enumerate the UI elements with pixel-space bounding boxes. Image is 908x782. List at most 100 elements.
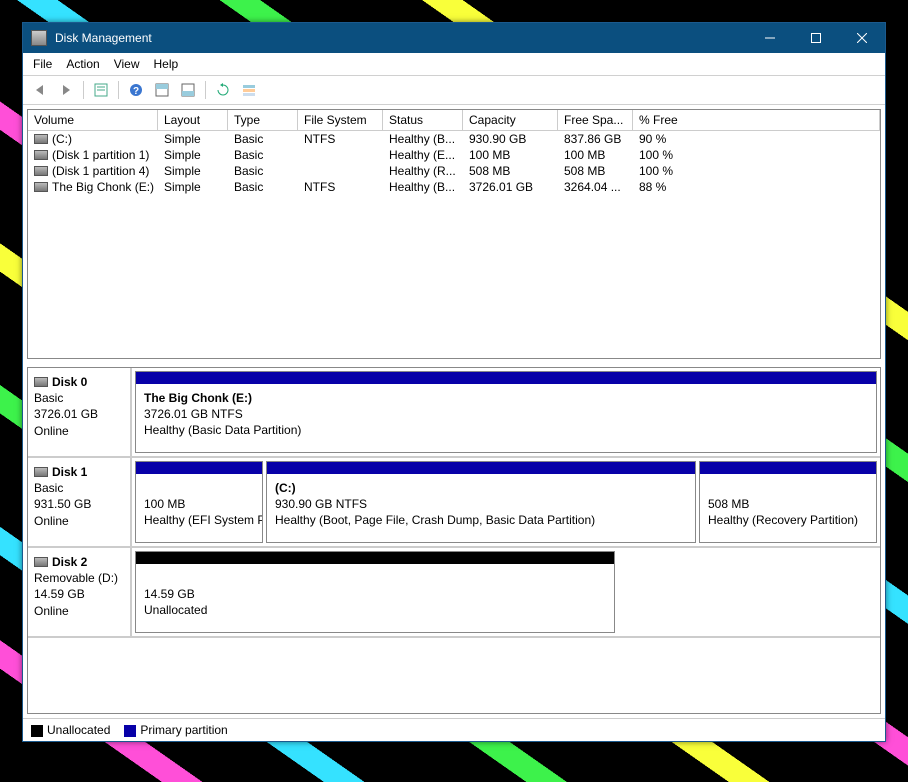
disk-partitions: 14.59 GB Unallocated — [132, 548, 880, 636]
arrow-left-icon — [33, 84, 47, 96]
table-row[interactable]: The Big Chonk (E:)SimpleBasicNTFSHealthy… — [28, 179, 880, 195]
legend-unallocated: Unallocated — [31, 723, 110, 737]
col-layout[interactable]: Layout — [158, 110, 228, 130]
partition-stripe — [267, 462, 695, 474]
drive-icon — [34, 182, 48, 192]
back-button[interactable] — [29, 79, 51, 101]
cell-pct: 100 % — [633, 163, 718, 179]
disk-info[interactable]: Disk 0 Basic 3726.01 GB Online — [28, 368, 132, 456]
volume-name: The Big Chonk (E:) — [52, 180, 154, 194]
toolbar: ? — [23, 76, 885, 105]
view-bottom-button[interactable] — [177, 79, 199, 101]
partition[interactable]: 100 MB Healthy (EFI System P — [135, 461, 263, 543]
toolbar-separator — [83, 81, 84, 99]
drive-icon — [34, 134, 48, 144]
partition[interactable]: The Big Chonk (E:) 3726.01 GB NTFS Healt… — [135, 371, 877, 453]
cell-free: 837.86 GB — [558, 131, 633, 147]
maximize-icon — [811, 33, 821, 43]
maximize-button[interactable] — [793, 23, 839, 53]
partition-status: Healthy (Boot, Page File, Crash Dump, Ba… — [275, 513, 595, 527]
volume-name: (Disk 1 partition 4) — [52, 164, 149, 178]
partition-size: 508 MB — [708, 497, 749, 511]
cell-type: Basic — [228, 131, 298, 147]
col-type[interactable]: Type — [228, 110, 298, 130]
disk-name: Disk 0 — [52, 374, 87, 390]
properties-icon — [94, 83, 108, 97]
disk-icon — [34, 377, 48, 387]
table-row[interactable]: (C:)SimpleBasicNTFSHealthy (B...930.90 G… — [28, 131, 880, 147]
toolbar-separator — [205, 81, 206, 99]
disk-type: Basic — [34, 480, 124, 496]
partition[interactable]: 508 MB Healthy (Recovery Partition) — [699, 461, 877, 543]
col-status[interactable]: Status — [383, 110, 463, 130]
partition-stripe — [136, 372, 876, 384]
properties-button[interactable] — [90, 79, 112, 101]
col-capacity[interactable]: Capacity — [463, 110, 558, 130]
legend-primary: Primary partition — [124, 723, 227, 737]
disk-partitions: The Big Chonk (E:) 3726.01 GB NTFS Healt… — [132, 368, 880, 456]
partition-size: 100 MB — [144, 497, 185, 511]
titlebar[interactable]: Disk Management — [23, 23, 885, 53]
legend: Unallocated Primary partition — [23, 718, 885, 741]
partition[interactable]: 14.59 GB Unallocated — [135, 551, 615, 633]
table-row[interactable]: (Disk 1 partition 1)SimpleBasicHealthy (… — [28, 147, 880, 163]
cell-fs — [298, 163, 383, 179]
cell-capacity: 930.90 GB — [463, 131, 558, 147]
cell-fs: NTFS — [298, 131, 383, 147]
settings-button[interactable] — [238, 79, 260, 101]
cell-layout: Simple — [158, 131, 228, 147]
cell-fs — [298, 147, 383, 163]
disk-row-2: Disk 2 Removable (D:) 14.59 GB Online 14… — [28, 548, 880, 638]
partition-stripe — [700, 462, 876, 474]
menubar: File Action View Help — [23, 53, 885, 76]
disk-size: 14.59 GB — [34, 586, 124, 602]
partition-size: 14.59 GB — [144, 587, 195, 601]
cell-pct: 90 % — [633, 131, 718, 147]
disk-icon — [34, 557, 48, 567]
disk-info[interactable]: Disk 1 Basic 931.50 GB Online — [28, 458, 132, 546]
partition[interactable]: (C:) 930.90 GB NTFS Healthy (Boot, Page … — [266, 461, 696, 543]
table-row[interactable]: (Disk 1 partition 4)SimpleBasicHealthy (… — [28, 163, 880, 179]
minimize-icon — [765, 33, 775, 43]
cell-capacity: 3726.01 GB — [463, 179, 558, 195]
menu-view[interactable]: View — [114, 57, 140, 71]
cell-status: Healthy (R... — [383, 163, 463, 179]
disk-management-window: Disk Management File Action View Help ? — [22, 22, 886, 742]
col-free[interactable]: Free Spa... — [558, 110, 633, 130]
partition-status: Unallocated — [144, 603, 207, 617]
close-button[interactable] — [839, 23, 885, 53]
cell-layout: Simple — [158, 163, 228, 179]
partition-status: Healthy (Recovery Partition) — [708, 513, 858, 527]
view-top-button[interactable] — [151, 79, 173, 101]
col-percent-free[interactable]: % Free — [633, 110, 880, 130]
cell-status: Healthy (E... — [383, 147, 463, 163]
menu-action[interactable]: Action — [66, 57, 99, 71]
volume-name: (C:) — [52, 132, 72, 146]
cell-fs: NTFS — [298, 179, 383, 195]
col-filesystem[interactable]: File System — [298, 110, 383, 130]
partition-title: (C:) — [275, 481, 296, 495]
cell-type: Basic — [228, 147, 298, 163]
disk-info[interactable]: Disk 2 Removable (D:) 14.59 GB Online — [28, 548, 132, 636]
minimize-button[interactable] — [747, 23, 793, 53]
cell-free: 100 MB — [558, 147, 633, 163]
disk-type: Removable (D:) — [34, 570, 124, 586]
window-controls — [747, 23, 885, 53]
partition-stripe — [136, 462, 262, 474]
menu-help[interactable]: Help — [154, 57, 179, 71]
forward-button[interactable] — [55, 79, 77, 101]
menu-file[interactable]: File — [33, 57, 52, 71]
pane-top-icon — [155, 83, 169, 97]
help-icon: ? — [129, 83, 143, 97]
disk-row-1: Disk 1 Basic 931.50 GB Online 100 MB Hea… — [28, 458, 880, 548]
cell-capacity: 508 MB — [463, 163, 558, 179]
col-volume[interactable]: Volume — [28, 110, 158, 130]
refresh-button[interactable] — [212, 79, 234, 101]
volume-list[interactable]: Volume Layout Type File System Status Ca… — [27, 109, 881, 359]
disk-size: 3726.01 GB — [34, 406, 124, 422]
cell-type: Basic — [228, 179, 298, 195]
cell-layout: Simple — [158, 179, 228, 195]
help-button[interactable]: ? — [125, 79, 147, 101]
partition-stripe — [136, 552, 614, 564]
disk-name: Disk 2 — [52, 554, 87, 570]
